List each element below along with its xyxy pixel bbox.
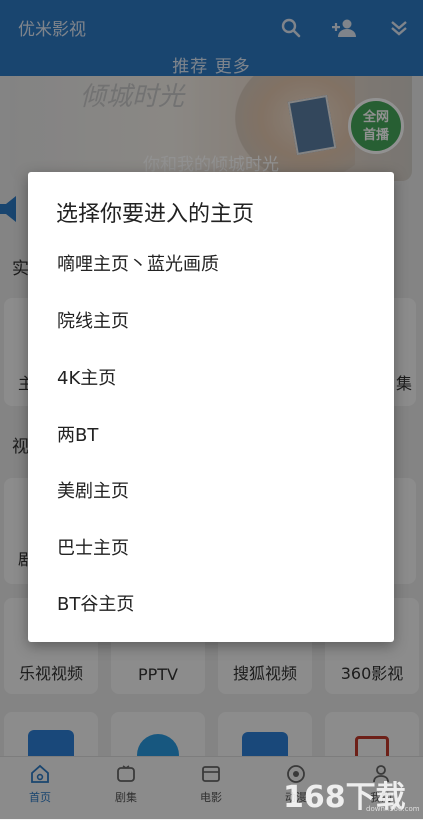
watermark-url: down.l168.com [366,805,420,813]
dialog-title: 选择你要进入的主页 [56,202,255,227]
option-cinema-home[interactable]: 院线主页 [28,296,394,348]
option-4k-home[interactable]: 4K主页 [28,353,394,405]
site-watermark: 168下载 down.l168.com [283,772,420,815]
option-bus-home[interactable]: 巴士主页 [28,523,394,575]
homepage-select-dialog: 选择你要进入的主页 嘀哩主页丶蓝光画质 院线主页 4K主页 两BT 美剧主页 巴… [28,172,394,642]
option-btgu-home[interactable]: BT谷主页 [28,579,394,631]
option-liang-bt[interactable]: 两BT [28,410,394,462]
option-us-drama-home[interactable]: 美剧主页 [28,466,394,518]
option-dili-home[interactable]: 嘀哩主页丶蓝光画质 [28,239,394,291]
